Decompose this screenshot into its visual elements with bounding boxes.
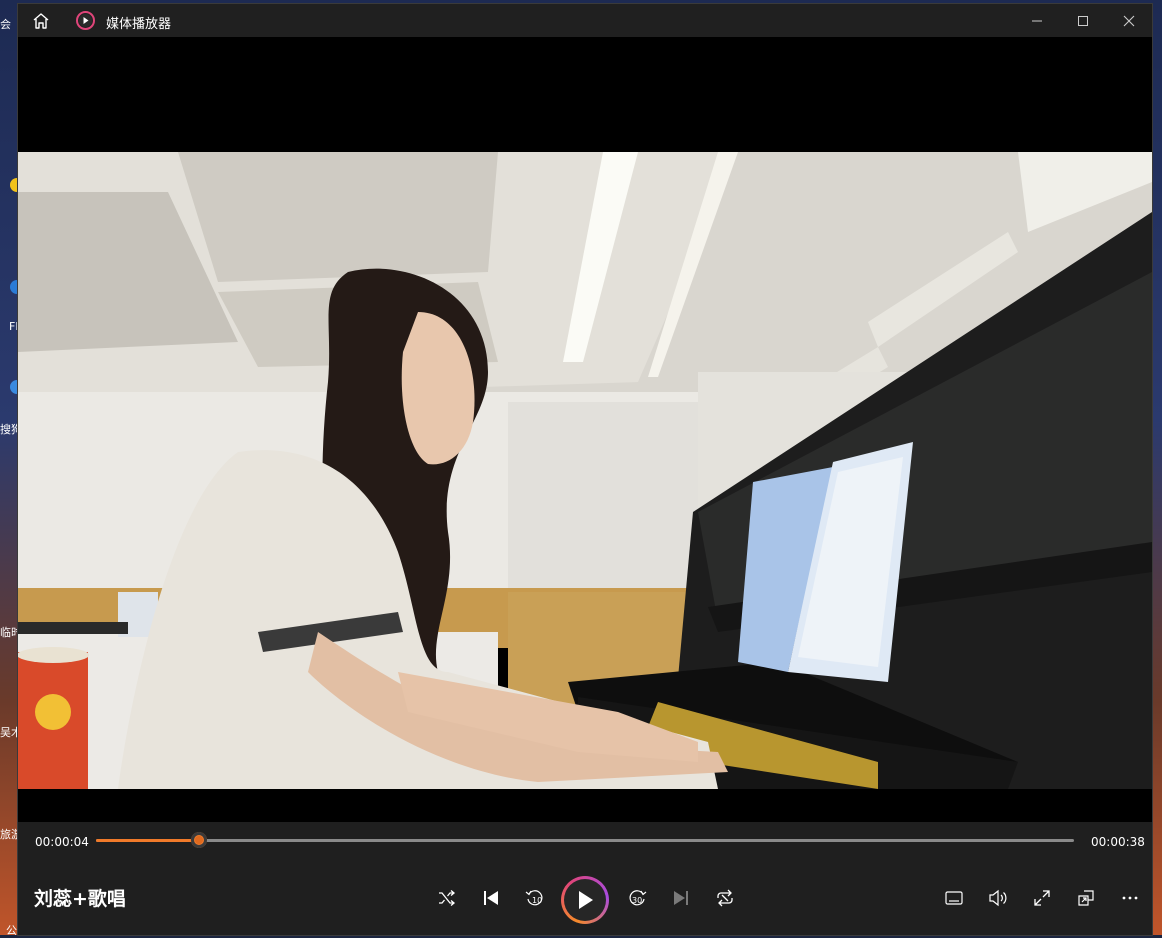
close-icon [1123,15,1135,26]
minimize-icon [1032,20,1042,21]
now-playing-title: 刘蕊+歌唱 [34,888,126,910]
play-button[interactable] [561,876,609,924]
forward-30-button[interactable]: 30 [621,882,653,914]
previous-track-icon [484,891,498,905]
rewind-10-button[interactable]: 10 [519,882,551,914]
svg-text:10: 10 [532,896,542,905]
repeat-icon [717,889,733,907]
media-player-icon [76,11,95,30]
video-frame[interactable] [18,152,1152,789]
home-icon[interactable] [32,12,50,30]
subtitles-button[interactable] [938,882,970,914]
more-options-icon [1122,896,1138,900]
play-icon [579,891,593,909]
mini-player-button[interactable] [1070,882,1102,914]
mini-player-icon [1078,890,1094,906]
current-time: 00:00:04 [35,835,89,849]
minimize-button[interactable] [1014,4,1060,37]
volume-button[interactable] [982,882,1014,914]
subtitles-icon [945,891,963,905]
title-bar[interactable]: 媒体播放器 [18,4,1152,37]
media-player-window: 媒体播放器 00:00:04 00:00:38 刘蕊+歌唱 10 30 [18,4,1152,935]
next-track-icon [674,891,688,905]
fullscreen-icon [1034,890,1050,906]
maximize-button[interactable] [1060,4,1106,37]
svg-text:30: 30 [632,896,642,905]
close-button[interactable] [1106,4,1152,37]
forward-30-icon: 30 [629,890,647,906]
total-time: 00:00:38 [1091,835,1145,849]
desktop-label: 公 [6,924,17,937]
maximize-icon [1078,15,1088,26]
next-button[interactable] [665,882,697,914]
volume-icon [989,889,1007,907]
shuffle-icon [439,890,456,906]
fullscreen-button[interactable] [1026,882,1058,914]
more-options-button[interactable] [1114,882,1146,914]
playback-controls: 00:00:04 00:00:38 刘蕊+歌唱 10 30 [18,822,1152,935]
rewind-10-icon: 10 [525,890,543,906]
repeat-button[interactable] [709,882,741,914]
window-title: 媒体播放器 [106,17,172,32]
seek-bar-thumb[interactable] [190,832,207,848]
video-content [18,152,1152,789]
seek-bar[interactable] [96,832,1074,848]
previous-button[interactable] [475,882,507,914]
desktop-label: Fl [9,320,19,333]
seek-bar-progress [96,839,199,842]
video-area[interactable] [18,37,1152,822]
shuffle-button[interactable] [431,882,463,914]
desktop-label: 会 [0,18,11,31]
